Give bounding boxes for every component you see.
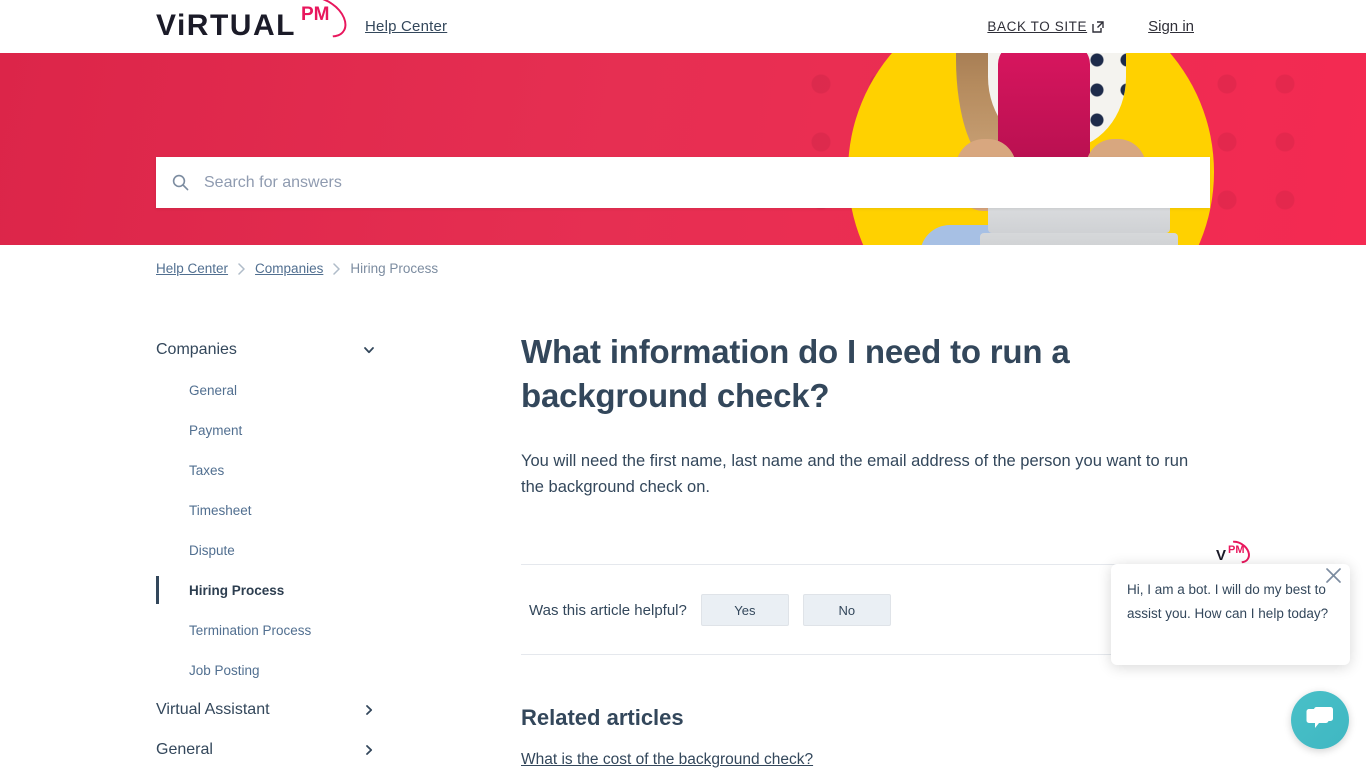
page-title: What information do I need to run a back… xyxy=(521,333,1070,414)
hero-person-illustration xyxy=(848,53,1214,245)
sidebar-nav: Companies General Payment Taxes Timeshee… xyxy=(156,330,388,770)
chat-launcher-button[interactable] xyxy=(1291,691,1349,749)
sidebar-item-termination-process[interactable]: Termination Process xyxy=(156,610,388,650)
sidebar-group-label: Companies xyxy=(156,341,237,358)
chat-avatar-pm: PM xyxy=(1228,544,1245,556)
breadcrumb-item-hiring-process: Hiring Process xyxy=(350,261,439,276)
feedback-no-button[interactable]: No xyxy=(802,594,891,626)
sidebar-group-virtual-assistant[interactable]: Virtual Assistant xyxy=(156,690,388,730)
hero-banner xyxy=(0,53,1366,245)
search-icon xyxy=(156,174,204,191)
sidebar-item-job-posting[interactable]: Job Posting xyxy=(156,650,388,690)
sidebar-item-dispute[interactable]: Dispute xyxy=(156,530,388,570)
sidebar-item-taxes[interactable]: Taxes xyxy=(156,450,388,490)
chevron-right-icon[interactable] xyxy=(362,703,376,717)
sidebar-item-label: Termination Process xyxy=(189,622,312,638)
sidebar-item-hiring-process[interactable]: Hiring Process xyxy=(156,570,388,610)
close-icon[interactable] xyxy=(1324,566,1343,585)
sidebar-item-payment[interactable]: Payment xyxy=(156,410,388,450)
sidebar-group-companies[interactable]: Companies xyxy=(156,330,388,370)
active-indicator xyxy=(156,576,159,604)
chevron-right-icon xyxy=(237,262,246,275)
logo-pm-letters: PM xyxy=(300,4,330,25)
back-to-site-label: BACK TO SITE xyxy=(987,19,1088,34)
back-to-site-link[interactable]: BACK TO SITE xyxy=(987,19,1104,34)
external-link-icon xyxy=(1092,20,1104,33)
header-nav: BACK TO SITE Sign in xyxy=(987,0,1366,53)
chat-bubble-icon xyxy=(1305,704,1335,737)
breadcrumb-item-help-center[interactable]: Help Center xyxy=(156,261,228,276)
sidebar-item-label: Hiring Process xyxy=(189,582,285,598)
sidebar-item-label: Taxes xyxy=(189,462,225,478)
sidebar-group-label: General xyxy=(156,741,213,758)
related-articles-heading: Related articles xyxy=(521,705,684,730)
logo-wordmark: ViRTUAL xyxy=(156,9,296,42)
sidebar-group-general[interactable]: General xyxy=(156,730,388,770)
logo-pm-mark: PM xyxy=(291,0,355,46)
breadcrumb-item-companies[interactable]: Companies xyxy=(255,261,323,276)
logo[interactable]: ViRTUAL PM xyxy=(156,0,355,46)
chevron-right-icon xyxy=(332,262,341,275)
article-body-text: You will need the first name, last name … xyxy=(521,452,1189,496)
feedback-divider-bottom xyxy=(521,654,1211,655)
sidebar-item-label: Timesheet xyxy=(189,502,252,518)
help-center-link[interactable]: Help Center xyxy=(365,18,447,35)
related-article-link[interactable]: What is the cost of the background check… xyxy=(521,751,813,769)
article-content: What information do I need to run a back… xyxy=(521,330,1221,517)
sidebar-item-label: Payment xyxy=(189,422,243,438)
sidebar-item-label: General xyxy=(189,382,238,398)
sidebar-item-timesheet[interactable]: Timesheet xyxy=(156,490,388,530)
chevron-down-icon[interactable] xyxy=(362,343,376,357)
breadcrumb: Help Center Companies Hiring Process xyxy=(156,261,438,276)
article-feedback: Was this article helpful? Yes No xyxy=(529,594,905,626)
search-bar[interactable] xyxy=(156,157,1210,208)
chat-popup: Hi, I am a bot. I will do my best to ass… xyxy=(1111,564,1350,665)
sidebar-group-label: Virtual Assistant xyxy=(156,701,270,718)
chat-bot-message: Hi, I am a bot. I will do my best to ass… xyxy=(1127,582,1329,621)
feedback-divider-top xyxy=(521,564,1211,565)
search-input[interactable] xyxy=(204,158,1210,207)
chat-avatar-letter: V xyxy=(1216,547,1227,564)
sidebar-item-label: Job Posting xyxy=(189,662,260,678)
feedback-yes-button[interactable]: Yes xyxy=(700,594,789,626)
sign-in-link[interactable]: Sign in xyxy=(1148,18,1194,35)
site-header: ViRTUAL PM Help Center BACK TO SITE Sign… xyxy=(0,0,1366,53)
feedback-label: Was this article helpful? xyxy=(529,601,687,619)
sidebar-item-label: Dispute xyxy=(189,542,235,558)
sidebar-item-general[interactable]: General xyxy=(156,370,388,410)
chevron-right-icon[interactable] xyxy=(362,743,376,757)
